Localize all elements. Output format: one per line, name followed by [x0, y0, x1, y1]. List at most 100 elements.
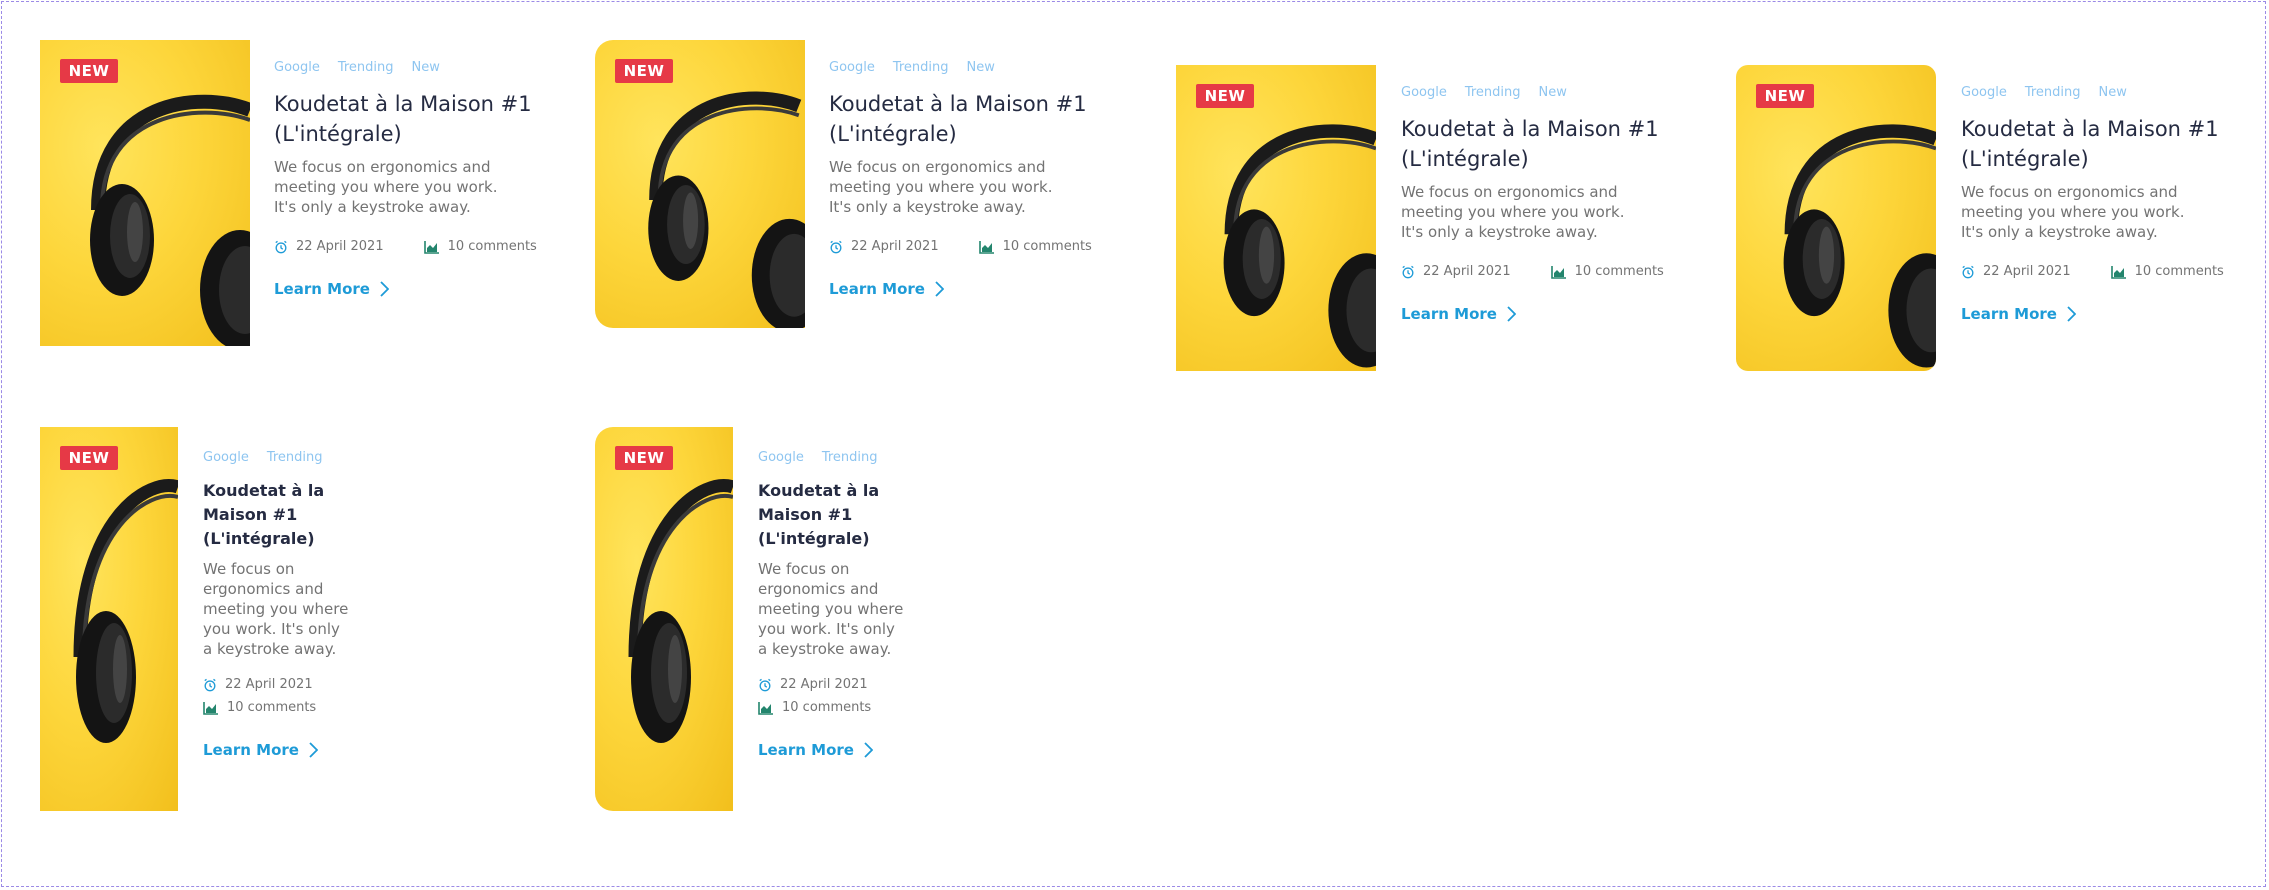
tag-list: Google Trending New	[1401, 85, 1671, 100]
date-meta: 22 April 2021	[829, 239, 939, 254]
learn-more-link[interactable]: Learn More	[1401, 305, 1671, 323]
learn-more-label: Learn More	[1401, 305, 1497, 323]
alarm-clock-icon	[1402, 265, 1414, 278]
alarm-clock-icon	[1962, 265, 1974, 278]
headphones-image	[648, 91, 805, 328]
tag-link[interactable]: Google	[1401, 85, 1447, 100]
card-description: We focus on ergonomics and meeting you w…	[203, 560, 349, 658]
tag-link[interactable]: Google	[274, 60, 320, 75]
tag-link[interactable]: New	[412, 60, 440, 75]
new-badge: NEW	[60, 446, 118, 470]
tag-list: Google Trending New	[274, 60, 544, 75]
tag-link[interactable]: Trending	[1465, 85, 1521, 100]
alarm-clock-icon	[830, 240, 842, 253]
alarm-clock-icon	[275, 240, 287, 253]
learn-more-link[interactable]: Learn More	[1961, 305, 2231, 323]
alarm-clock-icon	[759, 678, 771, 691]
card-title: Koudetat à la Maison #1 (L'intégrale)	[1401, 117, 1659, 171]
tag-link[interactable]: Google	[829, 60, 875, 75]
card-title: Koudetat à la Maison #1 (L'intégrale)	[203, 481, 325, 548]
headphones-image	[90, 94, 250, 346]
learn-more-link[interactable]: Learn More	[203, 741, 373, 759]
tag-list: Google Trending	[203, 450, 373, 465]
learn-more-label: Learn More	[1961, 305, 2057, 323]
tag-link[interactable]: Google	[1961, 85, 2007, 100]
comments-meta: 10 comments	[203, 700, 373, 715]
comments-text: 10 comments	[1574, 264, 1664, 279]
new-badge: NEW	[1196, 84, 1254, 108]
learn-more-label: Learn More	[203, 741, 299, 759]
comments-text: 10 comments	[782, 700, 872, 715]
tag-link[interactable]: New	[1539, 85, 1567, 100]
tag-list: Google Trending New	[829, 60, 1099, 75]
tag-link[interactable]: Trending	[338, 60, 394, 75]
comments-text: 10 comments	[1002, 239, 1092, 254]
alarm-clock-icon	[204, 678, 216, 691]
area-chart-icon	[203, 701, 218, 715]
card-image: NEW	[595, 40, 805, 328]
area-chart-icon	[2110, 265, 2126, 279]
date-meta: 22 April 2021	[203, 677, 373, 692]
learn-more-label: Learn More	[758, 741, 854, 759]
card-image: NEW	[40, 40, 250, 346]
comments-meta: 10 comments	[978, 239, 1092, 254]
comments-text: 10 comments	[227, 700, 317, 715]
date-meta: 22 April 2021	[1961, 264, 2071, 279]
tag-list: Google Trending New	[1961, 85, 2231, 100]
headphones-image	[73, 479, 178, 743]
chevron-right-icon	[380, 281, 389, 297]
new-badge: NEW	[60, 59, 118, 83]
card-image: NEW	[1736, 65, 1936, 371]
new-badge: NEW	[615, 59, 673, 83]
card-description: We focus on ergonomics and meeting you w…	[1961, 183, 2185, 241]
tag-link[interactable]: Trending	[822, 450, 878, 465]
area-chart-icon	[423, 240, 439, 254]
comments-meta: 10 comments	[1550, 264, 1664, 279]
comments-text: 10 comments	[2134, 264, 2224, 279]
area-chart-icon	[978, 240, 994, 254]
comments-meta: 10 comments	[423, 239, 537, 254]
tag-link[interactable]: New	[967, 60, 995, 75]
date-text: 22 April 2021	[296, 239, 384, 254]
learn-more-label: Learn More	[829, 280, 925, 298]
learn-more-link[interactable]: Learn More	[829, 280, 1099, 298]
card-image: NEW	[595, 427, 733, 811]
date-meta: 22 April 2021	[758, 677, 928, 692]
card-description: We focus on ergonomics and meeting you w…	[274, 158, 498, 216]
date-text: 22 April 2021	[780, 677, 868, 692]
date-meta: 22 April 2021	[274, 239, 384, 254]
headphones-image	[1223, 124, 1376, 368]
date-text: 22 April 2021	[851, 239, 939, 254]
learn-more-label: Learn More	[274, 280, 370, 298]
chevron-right-icon	[2067, 306, 2076, 322]
tag-link[interactable]: Google	[203, 450, 249, 465]
card-description: We focus on ergonomics and meeting you w…	[829, 158, 1053, 216]
card-title: Koudetat à la Maison #1 (L'intégrale)	[829, 92, 1087, 146]
tag-link[interactable]: Trending	[2025, 85, 2081, 100]
tag-link[interactable]: New	[2099, 85, 2127, 100]
card-title: Koudetat à la Maison #1 (L'intégrale)	[758, 481, 880, 548]
area-chart-icon	[1550, 265, 1566, 279]
date-text: 22 April 2021	[225, 677, 313, 692]
tag-link[interactable]: Google	[758, 450, 804, 465]
headphones-image	[1783, 124, 1936, 368]
comments-meta: 10 comments	[2110, 264, 2224, 279]
new-badge: NEW	[1756, 84, 1814, 108]
learn-more-link[interactable]: Learn More	[758, 741, 928, 759]
comments-text: 10 comments	[447, 239, 537, 254]
new-badge: NEW	[615, 446, 673, 470]
tag-link[interactable]: Trending	[893, 60, 949, 75]
tag-link[interactable]: Trending	[267, 450, 323, 465]
date-meta: 22 April 2021	[1401, 264, 1511, 279]
chevron-right-icon	[309, 742, 318, 758]
chevron-right-icon	[1507, 306, 1516, 322]
card-image: NEW	[40, 427, 178, 811]
learn-more-link[interactable]: Learn More	[274, 280, 544, 298]
card-image: NEW	[1176, 65, 1376, 371]
date-text: 22 April 2021	[1423, 264, 1511, 279]
card-description: We focus on ergonomics and meeting you w…	[758, 560, 904, 658]
comments-meta: 10 comments	[758, 700, 928, 715]
card-description: We focus on ergonomics and meeting you w…	[1401, 183, 1625, 241]
chevron-right-icon	[864, 742, 873, 758]
card-title: Koudetat à la Maison #1 (L'intégrale)	[1961, 117, 2219, 171]
